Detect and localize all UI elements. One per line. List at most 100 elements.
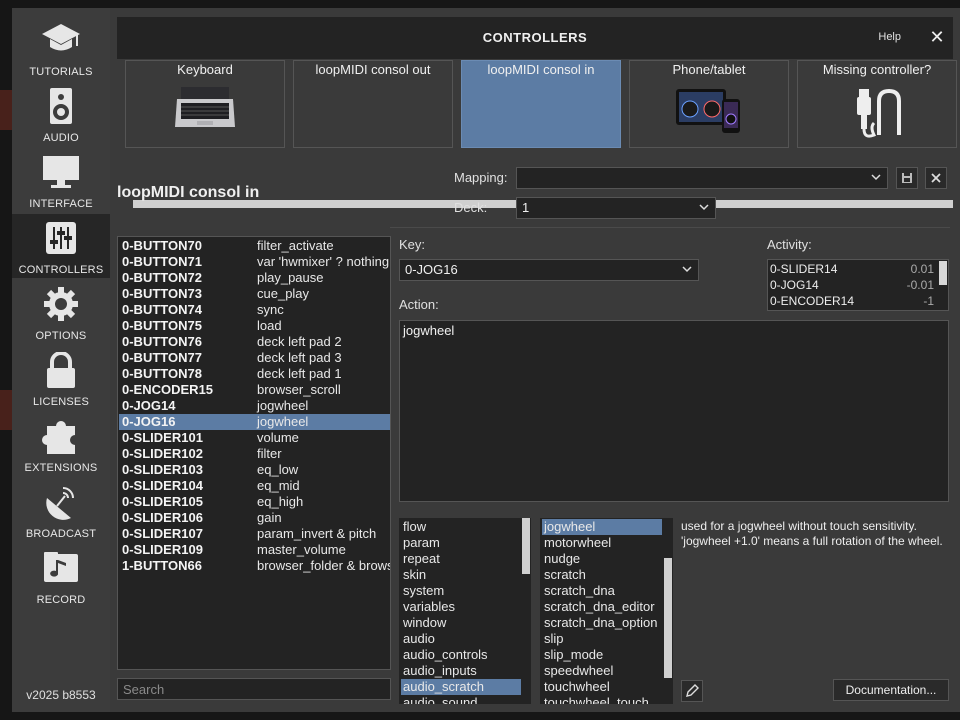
mapping-list[interactable]: 0-BUTTON70 filter_activate 0-BUTTON71 var '… <box>117 236 391 670</box>
mapping-row[interactable]: 0-SLIDER106 gain <box>119 510 390 526</box>
mapping-key: 0-SLIDER103 <box>122 462 203 477</box>
mapping-action: gain <box>257 510 282 525</box>
search-input[interactable] <box>117 678 391 700</box>
sidebar-item-controllers[interactable]: CONTROLLERS <box>12 214 110 278</box>
verb-item[interactable]: nudge <box>542 551 662 567</box>
delete-mapping-button[interactable] <box>925 167 947 189</box>
category-item[interactable]: system <box>401 583 521 599</box>
verb-list[interactable]: jogwheel motorwheel nudge scratch scratch_dn… <box>540 518 673 704</box>
mapping-row[interactable]: 0-BUTTON74 sync <box>119 302 390 318</box>
tab-phone-tablet[interactable]: Phone/tablet <box>629 60 789 148</box>
deck-dropdown[interactable]: 1 <box>516 197 716 219</box>
close-icon[interactable]: ✕ <box>925 25 949 49</box>
mapping-key: 0-SLIDER104 <box>122 478 203 493</box>
mapping-row[interactable]: 0-BUTTON71 var 'hwmixer' ? nothing <box>119 254 390 270</box>
sidebar-item-audio[interactable]: AUDIO <box>12 82 110 146</box>
mapping-key: 0-BUTTON78 <box>122 366 202 381</box>
sidebar-item-interface[interactable]: INTERFACE <box>12 148 110 212</box>
verb-item[interactable]: scratch_dna_option <box>542 615 662 631</box>
verb-item[interactable]: touchwheel <box>542 679 662 695</box>
mapping-action: play_pause <box>257 270 324 285</box>
category-item[interactable]: audio <box>401 631 521 647</box>
mapping-row[interactable]: 0-BUTTON72 play_pause <box>119 270 390 286</box>
devices-icon <box>676 89 740 133</box>
verb-item[interactable]: slip_mode <box>542 647 662 663</box>
tab-label: Missing controller? <box>822 62 932 77</box>
category-item[interactable]: skin <box>401 567 521 583</box>
sidebar-item-tutorials[interactable]: TUTORIALS <box>12 16 110 80</box>
verb-item[interactable]: scratch_dna <box>542 583 662 599</box>
verb-item[interactable]: jogwheel <box>542 519 662 535</box>
category-item[interactable]: param <box>401 535 521 551</box>
mapping-row[interactable]: 0-JOG14 jogwheel <box>119 398 390 414</box>
mapping-row[interactable]: 0-BUTTON70 filter_activate <box>119 238 390 254</box>
verb-item[interactable]: touchwheel_touch <box>542 695 662 704</box>
verb-description: used for a jogwheel without touch sensit… <box>681 519 943 548</box>
category-item[interactable]: audio_controls <box>401 647 521 663</box>
mapping-row[interactable]: 0-BUTTON77 deck left pad 3 <box>119 350 390 366</box>
waveform-fragment <box>0 390 12 430</box>
category-item[interactable]: repeat <box>401 551 521 567</box>
mapping-key: 0-BUTTON74 <box>122 302 202 317</box>
key-dropdown[interactable]: 0-JOG16 <box>399 259 699 281</box>
mapping-row[interactable]: 1-BUTTON66 browser_folder & browse <box>119 558 390 574</box>
separator <box>390 227 950 228</box>
save-mapping-button[interactable] <box>896 167 918 189</box>
dialog-titlebar: CONTROLLERS Help ✕ <box>117 17 953 59</box>
documentation-button[interactable]: Documentation... <box>833 679 949 701</box>
sidebar-item-options[interactable]: OPTIONS <box>12 280 110 344</box>
verb-item[interactable]: scratch <box>542 567 662 583</box>
sidebar-item-broadcast[interactable]: BROADCAST <box>12 478 110 542</box>
tab-missing-controller[interactable]: Missing controller? <box>797 60 957 148</box>
mapping-action: eq_low <box>257 462 299 477</box>
category-item[interactable]: variables <box>401 599 521 615</box>
verb-scrollbar[interactable] <box>664 558 672 678</box>
edit-button[interactable] <box>681 680 703 702</box>
verb-item[interactable]: scratch_dna_editor <box>542 599 662 615</box>
mapping-row[interactable]: 0-SLIDER104 eq_mid <box>119 478 390 494</box>
mapping-dropdown[interactable] <box>516 167 888 189</box>
mapping-key: 0-BUTTON73 <box>122 286 202 301</box>
tab-loopmidi-out[interactable]: loopMIDI consol out <box>293 60 453 148</box>
mapping-row[interactable]: 0-BUTTON75 load <box>119 318 390 334</box>
mapping-action: param_invert & pitch <box>257 526 377 541</box>
category-item[interactable]: audio_sound <box>401 695 521 704</box>
waveform-fragment <box>0 90 12 130</box>
category-list[interactable]: flow param repeat skin system variables window… <box>399 518 531 704</box>
verb-item[interactable]: motorwheel <box>542 535 662 551</box>
mapping-row[interactable]: 0-BUTTON73 cue_play <box>119 286 390 302</box>
mapping-row[interactable]: 0-BUTTON78 deck left pad 1 <box>119 366 390 382</box>
mapping-row[interactable]: 0-SLIDER107 param_invert & pitch <box>119 526 390 542</box>
mapping-row[interactable]: 0-BUTTON76 deck left pad 2 <box>119 334 390 350</box>
sidebar-item-extensions[interactable]: EXTENSIONS <box>12 412 110 476</box>
sidebar-item-record[interactable]: RECORD <box>12 544 110 608</box>
category-item[interactable]: audio_scratch <box>401 679 521 695</box>
mapping-row[interactable]: 0-JOG16 jogwheel <box>119 414 390 430</box>
mapping-row[interactable]: 0-SLIDER103 eq_low <box>119 462 390 478</box>
activity-scrollbar[interactable] <box>939 261 947 285</box>
verb-item[interactable]: slip <box>542 631 662 647</box>
mapping-row[interactable]: 0-SLIDER101 volume <box>119 430 390 446</box>
mapping-action: jogwheel <box>257 398 309 413</box>
mapping-key: 0-BUTTON75 <box>122 318 202 333</box>
category-scrollbar[interactable] <box>522 518 530 574</box>
category-item[interactable]: audio_inputs <box>401 663 521 679</box>
category-item[interactable]: flow <box>401 519 521 535</box>
mapping-row[interactable]: 0-SLIDER102 filter <box>119 446 390 462</box>
activity-name: 0-ENCODER14 <box>770 294 855 308</box>
verb-item[interactable]: speedwheel <box>542 663 662 679</box>
sidebar-item-label: AUDIO <box>43 132 79 144</box>
mapping-row[interactable]: 0-ENCODER15 browser_scroll <box>119 382 390 398</box>
mapping-row[interactable]: 0-SLIDER109 master_volume <box>119 542 390 558</box>
sidebar-item-label: LICENSES <box>32 396 89 408</box>
tab-keyboard[interactable]: Keyboard <box>125 60 285 148</box>
mapping-row[interactable]: 0-SLIDER105 eq_high <box>119 494 390 510</box>
sidebar-item-licenses[interactable]: LICENSES <box>12 346 110 410</box>
device-title: loopMIDI consol in <box>117 184 260 201</box>
tab-loopmidi-in[interactable]: loopMIDI consol in <box>461 60 621 148</box>
category-item[interactable]: window <box>401 615 521 631</box>
action-label: Action: <box>399 297 439 312</box>
action-editor[interactable]: jogwheel <box>399 320 949 502</box>
help-link[interactable]: Help <box>878 31 901 43</box>
mapping-action: eq_mid <box>257 478 300 493</box>
